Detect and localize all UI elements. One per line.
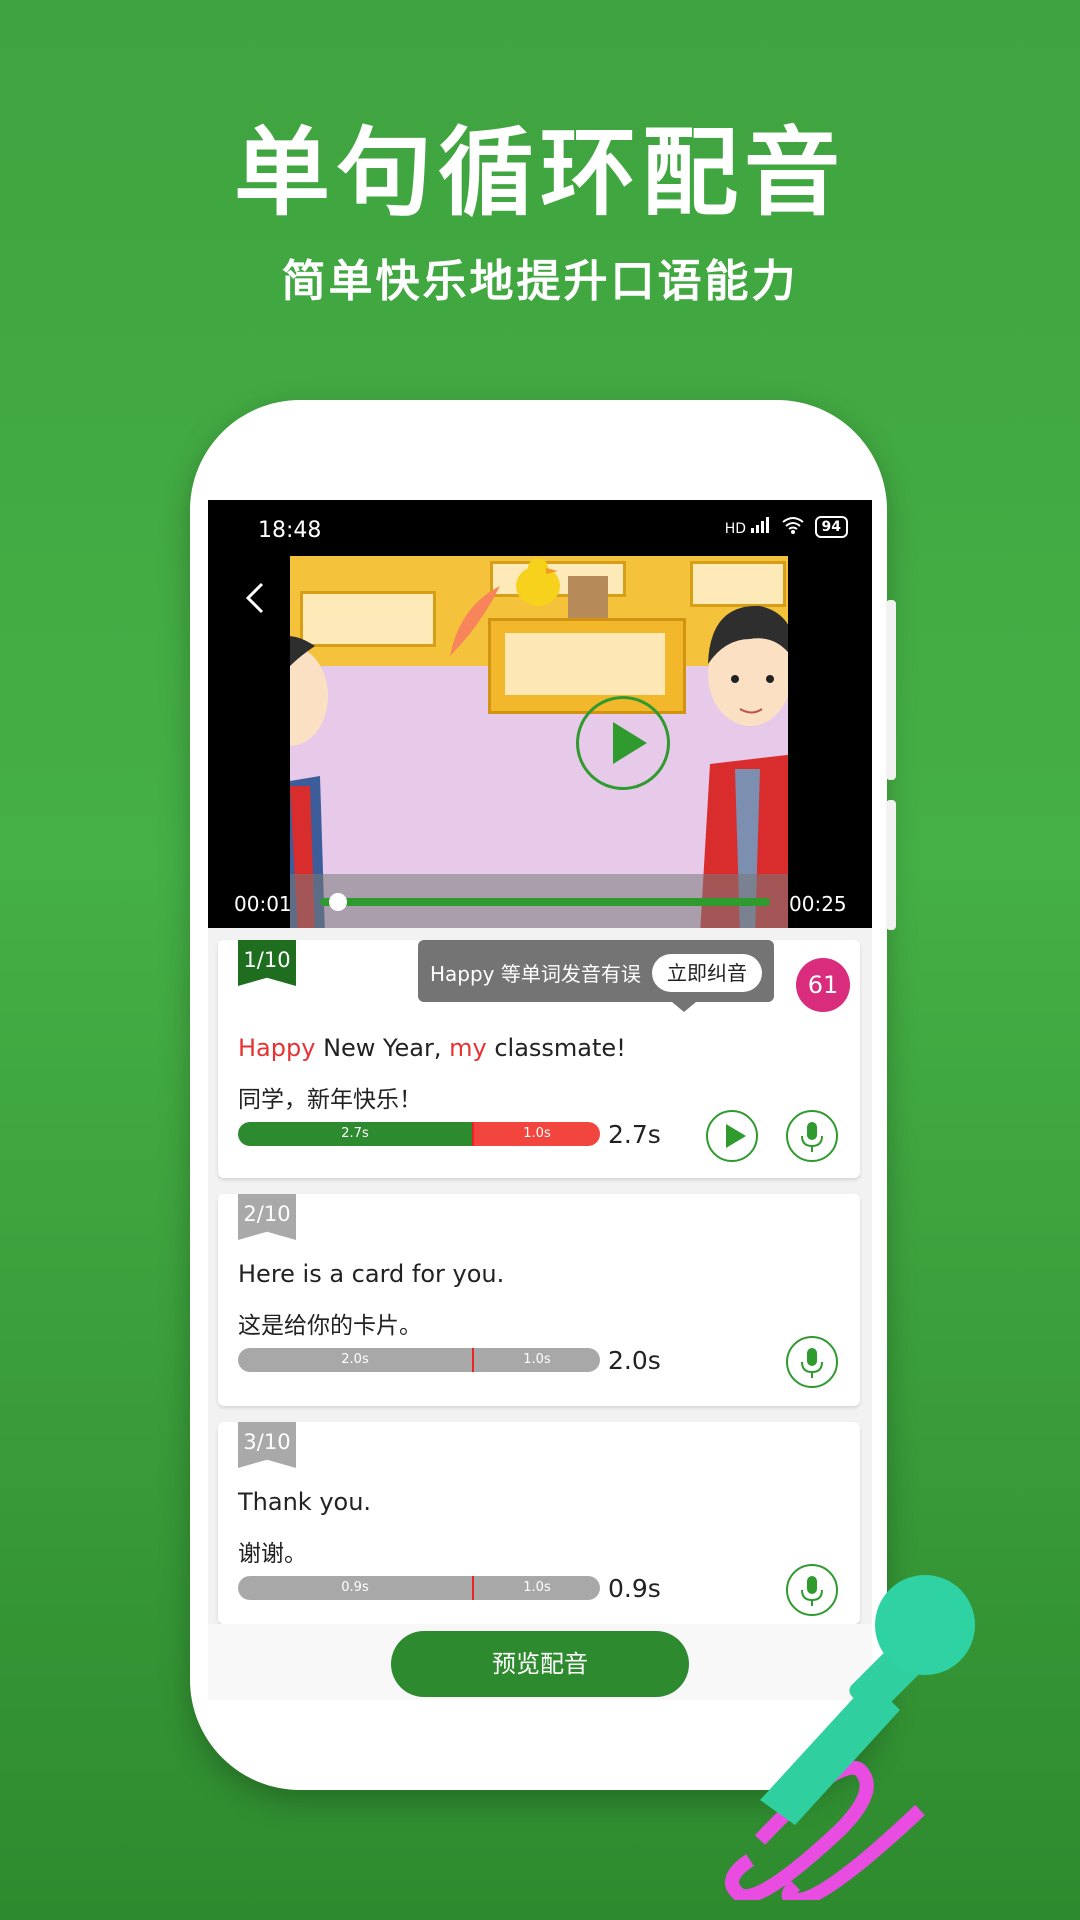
video-player: 18:48 HD 94 00:01 00:25 — [208, 500, 872, 928]
chevron-left-icon — [245, 582, 264, 614]
sentence-chinese: 谢谢。 — [238, 1541, 307, 1567]
record-button[interactable] — [786, 1110, 838, 1162]
sentence-duration: 2.0s — [608, 1346, 661, 1375]
microphone-decoration-icon — [725, 1575, 975, 1900]
play-icon — [613, 722, 647, 764]
microphone-icon — [801, 1122, 823, 1152]
sentence-index-flag: 2/10 — [238, 1194, 296, 1240]
status-icons: HD 94 — [725, 516, 848, 538]
timing-bar: 2.0s 1.0s — [238, 1348, 600, 1372]
battery-icon: 94 — [814, 516, 848, 538]
seek-bar[interactable] — [320, 898, 770, 906]
timing-segment-original: 2.0s — [238, 1348, 472, 1372]
video-play-button[interactable] — [576, 696, 670, 790]
video-current-time: 00:01 — [234, 892, 292, 916]
promo-headline: 单句循环配音 — [234, 117, 846, 229]
sentence-english: Here is a card for you. — [238, 1260, 505, 1288]
timing-bar: 2.7s 1.0s — [238, 1122, 600, 1146]
sentence-duration: 2.7s — [608, 1120, 661, 1149]
phone-side-button — [886, 600, 896, 780]
tooltip-message: Happy 等单词发音有误 — [430, 962, 641, 986]
microphone-icon — [801, 1348, 823, 1378]
signal-icon: HD — [725, 517, 771, 537]
timing-bar: 0.9s 1.0s — [238, 1576, 600, 1600]
back-button[interactable] — [236, 578, 276, 618]
sentence-english: Thank you. — [238, 1488, 372, 1516]
timing-segment-original: 0.9s — [238, 1576, 472, 1600]
timing-segment-extra: 1.0s — [474, 1576, 600, 1600]
video-total-time: 00:25 — [789, 892, 847, 916]
app-screen: 18:48 HD 94 00:01 00:25 1/10 61 Happy Ne… — [208, 500, 872, 1700]
status-time: 18:48 — [258, 518, 322, 543]
preview-dubbing-button[interactable]: 预览配音 — [391, 1631, 689, 1697]
sentence-index-flag: 1/10 — [238, 940, 296, 986]
pronunciation-tooltip: Happy 等单词发音有误 立即纠音 — [418, 940, 774, 1012]
sentence-chinese: 这是给你的卡片。 — [238, 1313, 422, 1339]
seek-handle[interactable] — [329, 893, 347, 911]
timing-segment-extra: 1.0s — [474, 1348, 600, 1372]
score-badge: 61 — [796, 958, 850, 1012]
sentence-duration: 0.9s — [608, 1574, 661, 1603]
phone-side-button — [886, 800, 896, 930]
cartoon-toy-icon — [516, 558, 608, 621]
timing-segment-extra: 1.0s — [474, 1122, 600, 1146]
correct-pronunciation-button[interactable]: 立即纠音 — [652, 954, 762, 992]
play-icon — [726, 1124, 746, 1148]
video-frame — [290, 556, 788, 928]
record-button[interactable] — [786, 1336, 838, 1388]
cartoon-sign — [488, 618, 686, 714]
sentence-chinese: 同学，新年快乐！ — [238, 1087, 422, 1113]
timing-segment-original: 2.7s — [238, 1122, 472, 1146]
wifi-icon — [781, 516, 805, 538]
sentence-card-2[interactable]: 2/10 Here is a card for you. 这是给你的卡片。 2.… — [218, 1194, 860, 1406]
sentence-english: Happy New Year, my classmate! — [238, 1034, 626, 1062]
promo-subline: 简单快乐地提升口语能力 — [281, 256, 799, 307]
sentence-index-flag: 3/10 — [238, 1422, 296, 1468]
play-recording-button[interactable] — [706, 1110, 758, 1162]
